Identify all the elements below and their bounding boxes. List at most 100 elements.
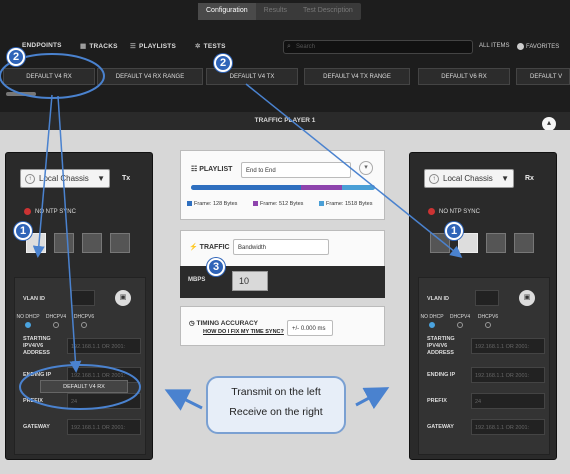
endpoint-card[interactable]: DEFAULT V4 TX RANGE	[304, 68, 410, 85]
rx-chassis-value: Local Chassis	[443, 174, 493, 183]
prefix-input[interactable]: 24	[471, 393, 545, 409]
traffic-player-header: TRAFFIC PLAYER 1 ▴	[0, 112, 570, 131]
dhcpv4-radio[interactable]	[457, 322, 463, 328]
endpoint-card[interactable]: DEFAULT V6 RX	[418, 68, 510, 85]
tx-direction-label: Tx	[122, 175, 131, 182]
dhcpv4-label: DHCPV4	[45, 314, 67, 320]
ethernet-port-icon[interactable]	[82, 233, 102, 253]
dhcpv6-label: DHCPV6	[73, 314, 95, 320]
dhcpv4-radio[interactable]	[53, 322, 59, 328]
traffic-mode-select[interactable]: Bandwidth	[233, 239, 329, 255]
dhcpv6-radio[interactable]	[485, 322, 491, 328]
rx-direction-label: Rx	[525, 175, 534, 182]
vlan-input[interactable]	[475, 290, 499, 306]
endpoint-card-label: DEFAULT V	[530, 74, 563, 80]
playlist-icon: ☷	[191, 166, 200, 173]
ethernet-port-icon[interactable]	[486, 233, 506, 253]
frame-1518-segment	[341, 185, 375, 190]
vlan-input[interactable]	[71, 290, 95, 306]
dhcpv4-label: DHCPV4	[449, 314, 471, 320]
endpoint-card[interactable]: DEFAULT V	[516, 68, 570, 85]
timing-card: ◷ TIMING ACCURACY HOW DO I FIX MY TIME S…	[180, 306, 385, 346]
rx-ntp-text: NO NTP SYNC	[439, 209, 480, 216]
save-icon[interactable]: ▣	[519, 290, 535, 306]
playlist-title-text: PLAYLIST	[199, 166, 233, 173]
step-badge: 3	[207, 258, 225, 276]
favorites-radio[interactable]	[517, 43, 524, 50]
gateway-label: GATEWAY	[23, 424, 50, 430]
dragged-endpoint-chip[interactable]: DEFAULT V4 RX	[40, 380, 128, 393]
step-badge: 1	[14, 222, 32, 240]
legend-swatch	[319, 201, 324, 207]
playlist-frame-bar	[191, 185, 375, 190]
no-dhcp-label: NO DHCP	[16, 314, 40, 320]
no-dhcp-radio[interactable]	[25, 322, 31, 328]
no-dhcp-radio[interactable]	[429, 322, 435, 328]
legend-item: Frame: 512 Bytes	[253, 201, 303, 207]
step-badge: 2	[7, 48, 25, 66]
chevron-down-icon[interactable]: ▾	[359, 161, 373, 175]
traffic-player-title: TRAFFIC PLAYER 1	[254, 117, 316, 124]
chassis-icon: ↑	[25, 174, 35, 184]
favorites-label: FAVORITES	[526, 44, 560, 51]
chassis-icon: ↑	[429, 174, 439, 184]
tx-ntp-text: NO NTP SYNC	[35, 209, 76, 216]
legend-item: Frame: 128 Bytes	[187, 201, 237, 207]
timing-accuracy-input[interactable]: +/- 0.000 ms	[287, 320, 333, 336]
nav-tracks-label: TRACKS	[89, 43, 118, 50]
tab-results[interactable]: Results	[256, 3, 295, 20]
ending-ip-input[interactable]: 192.168.1.1 OR 2001:	[471, 367, 545, 383]
ethernet-port-icon[interactable]	[54, 233, 74, 253]
gateway-input[interactable]: 192.168.1.1 OR 2001:	[67, 419, 141, 435]
gateway-label: GATEWAY	[427, 424, 454, 430]
favorites-filter[interactable]: FAVORITES	[517, 43, 559, 50]
time-sync-help-link[interactable]: HOW DO I FIX MY TIME SYNC?	[203, 329, 284, 335]
nav-playlists[interactable]: ☰ PLAYLISTS	[130, 42, 176, 50]
nav-tests-label: TESTS	[203, 43, 226, 50]
timing-title-text: TIMING ACCURACY	[196, 320, 258, 327]
rx-chassis-select[interactable]: ↑ Local Chassis ▼	[424, 169, 514, 188]
tx-endpoint-settings: VLAN ID ▣ NO DHCP DHCPV4 DHCPV6 STARTING…	[14, 277, 146, 455]
nav-tracks[interactable]: ▦ TRACKS	[80, 42, 118, 50]
tx-port-selector	[24, 229, 134, 261]
all-items-filter[interactable]: ALL ITEMS	[479, 43, 509, 49]
search-placeholder: Search	[296, 44, 316, 50]
ending-ip-label: ENDING IP	[427, 372, 456, 378]
endpoint-card[interactable]: DEFAULT V4 RX RANGE	[97, 68, 203, 85]
vlan-label: VLAN ID	[427, 296, 449, 302]
tab-configuration[interactable]: Configuration	[198, 3, 256, 20]
playlist-card: ☷ PLAYLIST End to End ▾ Frame: 128 Bytes…	[180, 150, 385, 220]
nav-endpoints-label: ENDPOINTS	[22, 42, 62, 49]
endpoint-card-label: DEFAULT V4 TX	[229, 74, 275, 80]
all-items-label: ALL ITEMS	[479, 43, 510, 49]
tab-test-description[interactable]: Test Description	[295, 3, 361, 20]
rx-ntp-status: NO NTP SYNC	[428, 208, 480, 215]
dhcpv6-radio[interactable]	[81, 322, 87, 328]
mbps-input[interactable]: 10	[232, 271, 268, 291]
prefix-label: PREFIX	[427, 398, 447, 404]
save-icon[interactable]: ▣	[115, 290, 131, 306]
playlist-select[interactable]: End to End	[241, 162, 351, 178]
card-strip-scrollbar[interactable]	[6, 92, 36, 96]
legend-label: Frame: 1518 Bytes	[326, 201, 373, 207]
prefix-input[interactable]: 24	[67, 393, 141, 409]
list-icon: ☰	[130, 43, 137, 50]
tx-port-panel: ↑ Local Chassis ▼ Tx NO NTP SYNC VLAN ID ▣…	[5, 152, 153, 460]
nav-endpoints[interactable]: ENDPOINTS	[22, 42, 62, 49]
endpoint-card-label: DEFAULT V4 RX	[26, 74, 72, 80]
starting-ip-input[interactable]: 192.168.1.1 OR 2001:	[471, 338, 545, 354]
search-input[interactable]: ⌕ Search	[283, 40, 473, 54]
nav-tests[interactable]: ✲ TESTS	[195, 42, 226, 50]
ethernet-port-icon[interactable]	[514, 233, 534, 253]
chevron-down-icon: ▼	[501, 174, 509, 183]
ethernet-port-icon[interactable]	[110, 233, 130, 253]
collapse-icon[interactable]: ▴	[542, 117, 556, 131]
endpoint-card-label: DEFAULT V6 RX	[441, 74, 487, 80]
tx-chassis-select[interactable]: ↑ Local Chassis ▼	[20, 169, 110, 188]
endpoint-card-label: DEFAULT V4 TX RANGE	[323, 74, 391, 80]
gateway-input[interactable]: 192.168.1.1 OR 2001:	[471, 419, 545, 435]
chevron-down-icon: ▼	[97, 174, 105, 183]
endpoint-card[interactable]: DEFAULT V4 RX	[3, 68, 95, 85]
lightning-icon: ⚡	[189, 244, 200, 251]
starting-ip-input[interactable]: 192.168.1.1 OR 2001:	[67, 338, 141, 354]
